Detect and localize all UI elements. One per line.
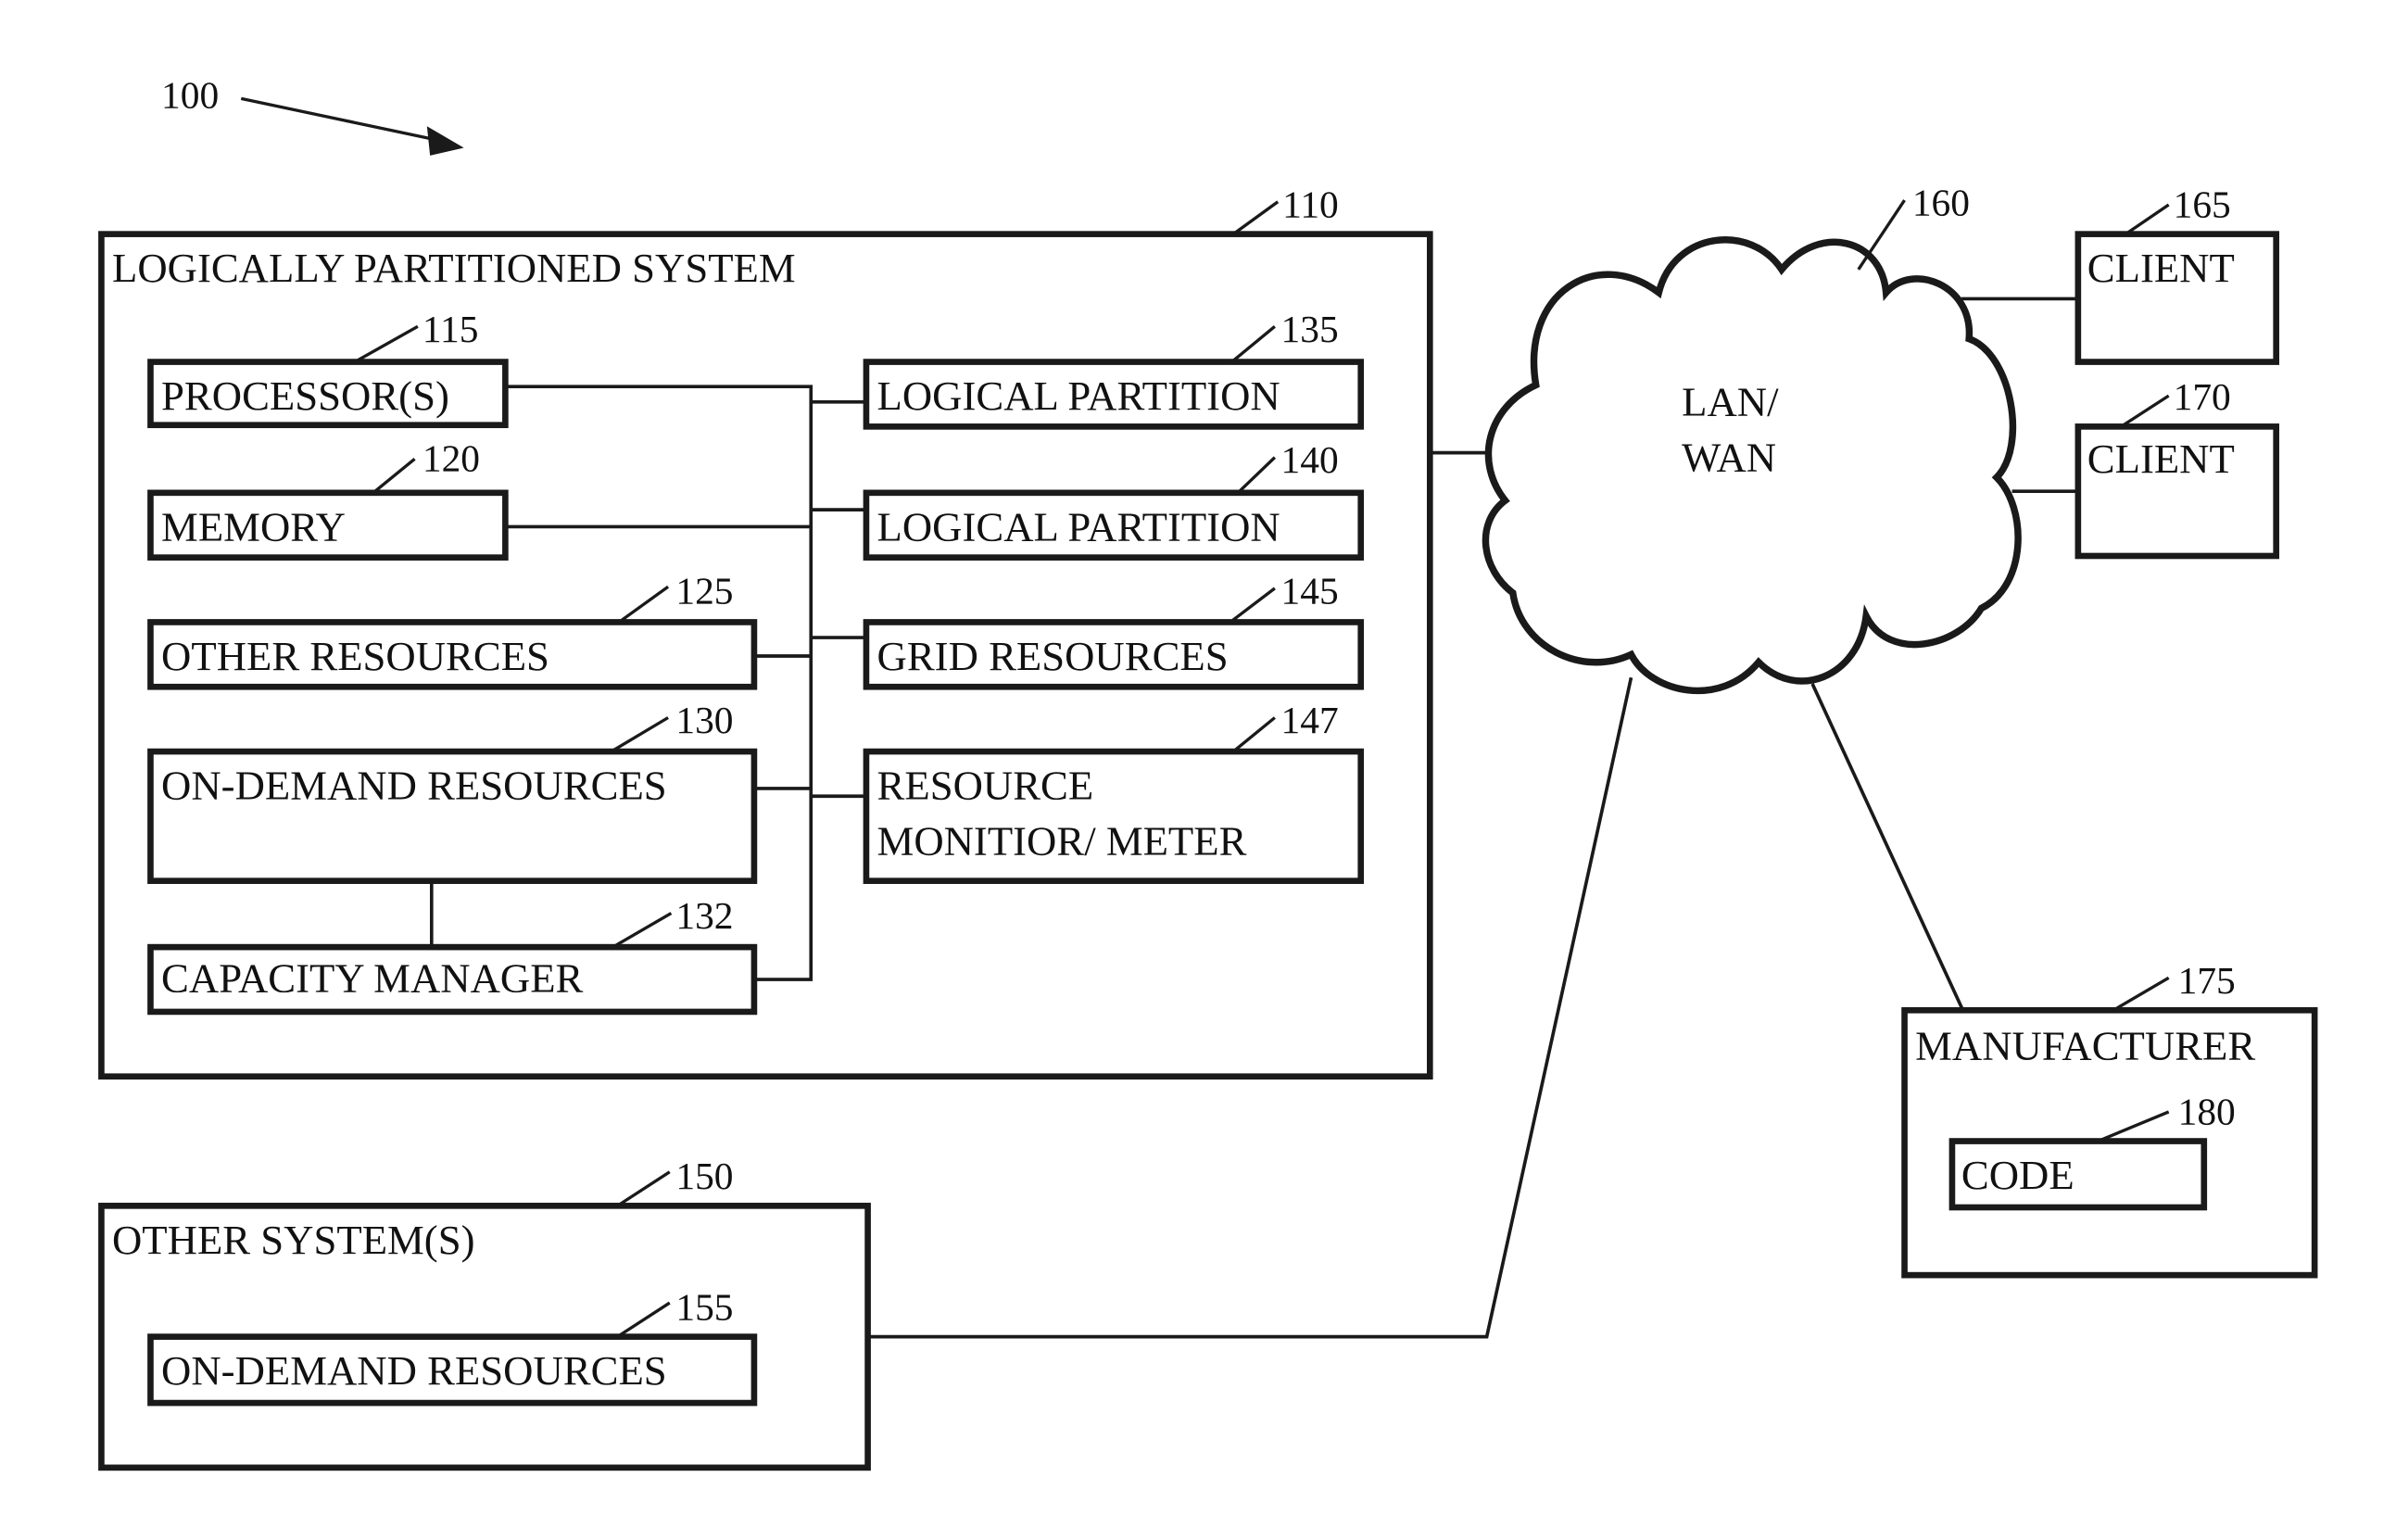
processors-label: PROCESSOR(S) [161, 372, 449, 419]
on-demand-ref: 130 [675, 699, 733, 741]
other-systems-label: OTHER SYSTEM(S) [112, 1217, 474, 1263]
other-on-demand-label: ON-DEMAND RESOURCES [161, 1347, 667, 1394]
capacity-manager-label: CAPACITY MANAGER [161, 954, 583, 1001]
network-label-line2: WAN [1682, 435, 1776, 481]
on-demand-label: ON-DEMAND RESOURCES [161, 763, 667, 809]
memory-ref: 120 [422, 437, 480, 480]
manufacturer[interactable]: MANUFACTURER 175 [1901, 959, 2318, 1279]
grid-label: GRID RESOURCES [877, 633, 1229, 679]
client-165-box[interactable]: CLIENT 165 [2074, 183, 2280, 365]
network-label-line1: LAN/ [1682, 379, 1779, 425]
grid-ref: 145 [1281, 569, 1339, 612]
manufacturer-network-link [1810, 683, 1965, 1012]
capacity-manager-ref: 132 [675, 894, 733, 937]
client2-ref: 170 [2174, 375, 2231, 418]
lps-ref: 110 [1282, 183, 1339, 225]
client-170-box[interactable]: CLIENT 170 [2074, 375, 2280, 560]
code-label: CODE [1961, 1152, 2074, 1198]
other-resources-ref: 125 [675, 569, 733, 612]
lpar2-ref: 140 [1281, 438, 1339, 481]
lps-leader [1232, 200, 1280, 235]
network-cloud[interactable]: LAN/ WAN 160 [1482, 182, 2022, 695]
client1-label: CLIENT [2087, 245, 2235, 291]
figure-ref: 100 [161, 73, 219, 116]
figure-arrow-line [240, 96, 438, 142]
manufacturer-ref: 175 [2178, 959, 2236, 1002]
lpar1-ref: 135 [1281, 308, 1339, 350]
monitor-label-line2: MONITIOR/ METER [877, 817, 1247, 864]
other-resources-label: OTHER RESOURCES [161, 633, 549, 679]
lps-label: LOGICALLY PARTITIONED SYSTEM [112, 245, 796, 291]
figure-arrow-head-icon [426, 126, 464, 156]
client2-label: CLIENT [2087, 435, 2235, 482]
network-ref: 160 [1912, 182, 1970, 224]
manufacturer-label: MANUFACTURER [1915, 1022, 2255, 1068]
system-diagram: 100 LOGICALLY PARTITIONED SYSTEM 110 PRO… [98, 73, 2318, 1471]
code-ref: 180 [2178, 1090, 2236, 1132]
monitor-ref: 147 [1281, 699, 1339, 741]
memory-label: MEMORY [161, 503, 346, 549]
other-systems: OTHER SYSTEM(S) 150 [98, 1155, 871, 1471]
lpar2-label: LOGICAL PARTITION [877, 503, 1280, 549]
lpar1-label: LOGICAL PARTITION [877, 372, 1280, 419]
processors-ref: 115 [422, 308, 479, 350]
other-on-demand-ref: 155 [675, 1285, 733, 1328]
monitor-label-line1: RESOURCE [877, 763, 1094, 809]
other-systems-ref: 150 [675, 1155, 733, 1197]
client1-ref: 165 [2174, 183, 2231, 225]
